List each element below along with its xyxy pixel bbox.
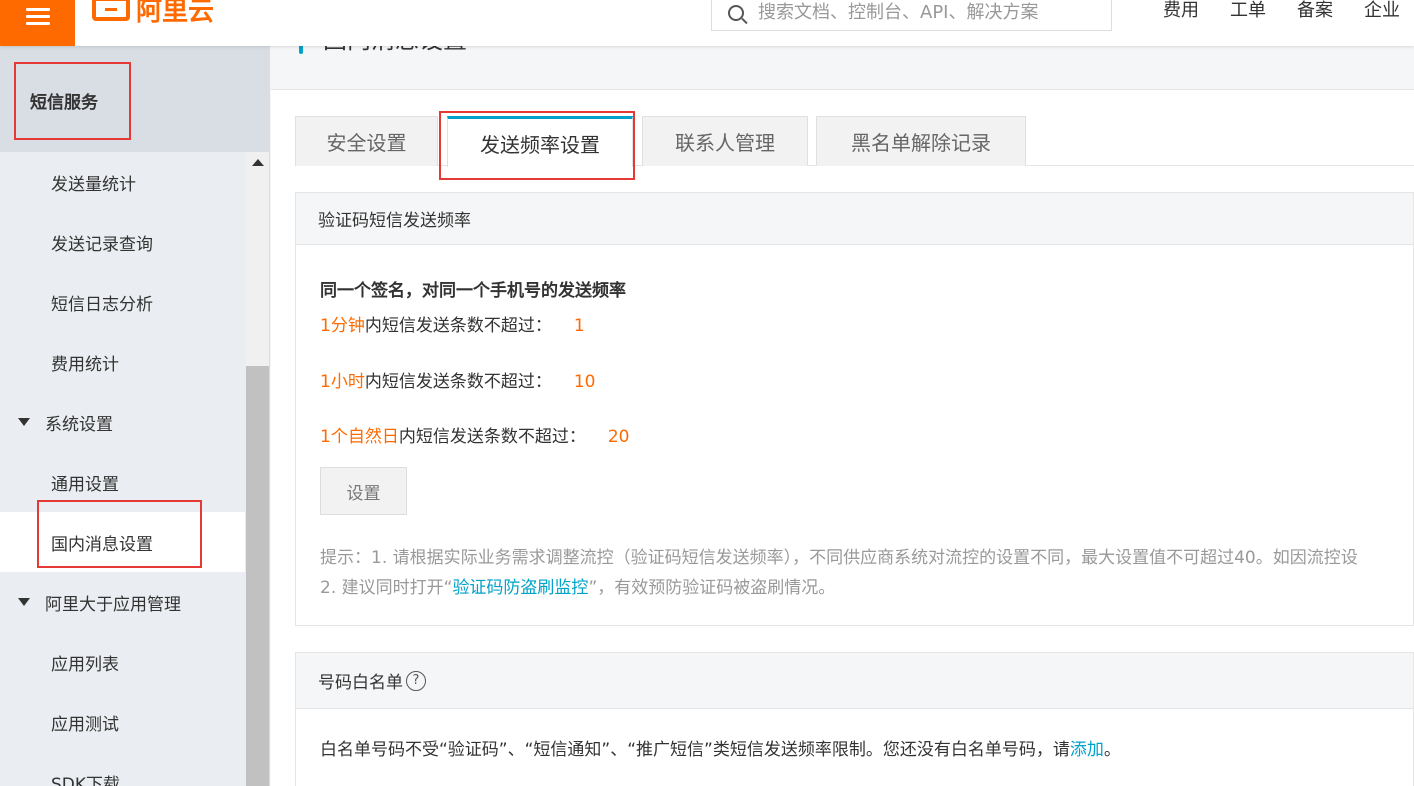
- rule-value: 20: [607, 427, 630, 447]
- sidebar-group-label: 系统设置: [45, 414, 113, 435]
- caret-down-icon: [18, 598, 30, 606]
- tip-suffix: ”，有效预防验证码被盗刷情况。: [588, 578, 836, 598]
- search-input[interactable]: [758, 2, 1098, 23]
- rule-text: 内短信发送条数不超过：: [364, 372, 552, 392]
- sidebar-item-label: 发送量统计: [51, 174, 136, 195]
- scroll-up-icon[interactable]: [252, 159, 264, 166]
- menu-button[interactable]: [0, 0, 75, 46]
- tab-contacts[interactable]: 联系人管理: [642, 116, 808, 166]
- sidebar-scrollbar[interactable]: [246, 152, 269, 786]
- sidebar-item-label: 通用设置: [51, 474, 119, 495]
- sidebar-item-domestic-settings[interactable]: 国内消息设置: [0, 512, 245, 572]
- rule-period: 1小时: [320, 372, 365, 392]
- tip-line-2: 2. 建议同时打开“验证码防盗刷监控”，有效预防验证码被盗刷情况。: [320, 573, 835, 598]
- sidebar-item-general-settings[interactable]: 通用设置: [0, 452, 245, 512]
- rule-text: 内短信发送条数不超过：: [364, 316, 552, 336]
- settings-tabs: 安全设置 发送频率设置 联系人管理 黑名单解除记录: [295, 116, 1414, 167]
- sidebar-item-app-list[interactable]: 应用列表: [0, 632, 245, 692]
- rule-text: 内短信发送条数不超过：: [398, 427, 586, 447]
- tip-line-1: 提示：1. 请根据实际业务需求调整流控（验证码短信发送频率），不同供应商系统对流…: [320, 548, 1358, 568]
- set-button[interactable]: 设置: [320, 467, 407, 515]
- rate-panel-body: 同一个签名，对同一个手机号的发送频率 1分钟内短信发送条数不超过： 1 1小时内短…: [296, 245, 1413, 625]
- hamburger-icon: [25, 8, 50, 26]
- top-link-fee[interactable]: 费用: [1163, 0, 1199, 22]
- sidebar-group-label: 阿里大于应用管理: [45, 594, 181, 615]
- sidebar-item-label: 费用统计: [51, 354, 119, 375]
- sidebar-item-fee-stats[interactable]: 费用统计: [0, 332, 245, 392]
- sidebar-item-send-records[interactable]: 发送记录查询: [0, 212, 245, 272]
- sidebar-title[interactable]: 短信服务: [30, 88, 98, 113]
- rule-row-minute: 1分钟内短信发送条数不超过： 1: [320, 311, 585, 336]
- sidebar-item-label: 短信日志分析: [51, 294, 153, 315]
- top-bar: 阿里云 费用 工单 备案 企业: [0, 0, 1414, 46]
- rule-period: 1个自然日: [320, 427, 399, 447]
- tip-prefix: 2. 建议同时打开“: [320, 578, 453, 598]
- rule-row-day: 1个自然日内短信发送条数不超过： 20: [320, 422, 629, 447]
- sidebar-item-log-analysis[interactable]: 短信日志分析: [0, 272, 245, 332]
- rate-panel-title: 验证码短信发送频率: [318, 211, 471, 231]
- sidebar-group-app-management[interactable]: 阿里大于应用管理: [0, 572, 245, 632]
- rate-panel-header: 验证码短信发送频率: [296, 193, 1413, 245]
- top-link-ticket[interactable]: 工单: [1230, 0, 1266, 22]
- add-whitelist-link[interactable]: 添加: [1070, 740, 1104, 760]
- whitelist-panel: 号码白名单 ? 白名单号码不受“验证码”、“短信通知”、“推广短信”类短信发送频…: [295, 652, 1414, 786]
- top-link-icp[interactable]: 备案: [1297, 0, 1333, 22]
- tab-label: 联系人管理: [675, 131, 775, 155]
- page-title: 国内消息设置: [323, 46, 467, 55]
- tab-label: 黑名单解除记录: [851, 131, 991, 155]
- page-title-bar: 国内消息设置: [271, 46, 1414, 90]
- sidebar-header: 短信服务: [0, 46, 270, 152]
- rule-value: 10: [573, 372, 596, 392]
- sidebar: 短信服务 发送量统计 发送记录查询 短信日志分析 费用统计 系统设置 通用设置 …: [0, 46, 270, 786]
- rate-panel: 验证码短信发送频率 同一个签名，对同一个手机号的发送频率 1分钟内短信发送条数不…: [295, 192, 1414, 626]
- whitelist-text: 白名单号码不受“验证码”、“短信通知”、“推广短信”类短信发送频率限制。您还没有…: [320, 735, 1121, 760]
- tab-label: 安全设置: [326, 131, 407, 155]
- caret-down-icon: [18, 418, 30, 426]
- sidebar-item-label: 发送记录查询: [51, 234, 153, 255]
- rule-title: 同一个签名，对同一个手机号的发送频率: [320, 281, 626, 301]
- logo-text: 阿里云: [136, 0, 215, 27]
- whitelist-desc: 白名单号码不受“验证码”、“短信通知”、“推广短信”类短信发送频率限制。您还没有…: [320, 740, 1070, 760]
- top-link-enterprise[interactable]: 企业: [1364, 0, 1400, 22]
- sidebar-group-system-settings[interactable]: 系统设置: [0, 392, 245, 452]
- tab-security[interactable]: 安全设置: [295, 116, 438, 166]
- sidebar-item-sdk-download[interactable]: SDK下载: [0, 752, 245, 786]
- sidebar-item-send-stats[interactable]: 发送量统计: [0, 152, 245, 212]
- aliyun-logo[interactable]: 阿里云: [92, 0, 215, 27]
- rule-value: 1: [573, 316, 585, 336]
- search-icon: [728, 4, 744, 21]
- sidebar-menu: 发送量统计 发送记录查询 短信日志分析 费用统计 系统设置 通用设置 国内消息设…: [0, 152, 245, 786]
- rule-period: 1分钟: [320, 316, 365, 336]
- whitelist-suffix: 。: [1103, 740, 1121, 760]
- help-icon[interactable]: ?: [406, 670, 426, 691]
- anti-fraud-monitor-link[interactable]: 验证码防盗刷监控: [452, 578, 588, 598]
- whitelist-panel-body: 白名单号码不受“验证码”、“短信通知”、“推广短信”类短信发送频率限制。您还没有…: [296, 709, 1413, 786]
- main-content: 国内消息设置 安全设置 发送频率设置 联系人管理 黑名单解除记录 验证码短信发送…: [271, 46, 1414, 786]
- whitelist-panel-title: 号码白名单: [318, 673, 403, 693]
- tab-blacklist-records[interactable]: 黑名单解除记录: [816, 116, 1026, 166]
- whitelist-panel-header: 号码白名单 ?: [296, 653, 1413, 709]
- search-box[interactable]: [711, 0, 1112, 31]
- top-links: 费用 工单 备案 企业: [1163, 0, 1414, 22]
- sidebar-item-label: 国内消息设置: [51, 534, 153, 555]
- sidebar-item-label: 应用列表: [51, 654, 119, 675]
- scrollbar-thumb[interactable]: [246, 366, 269, 786]
- aliyun-logo-icon: [92, 0, 130, 21]
- sidebar-item-label: SDK下载: [51, 774, 121, 786]
- title-accent: [299, 46, 303, 54]
- sidebar-item-label: 应用测试: [51, 714, 119, 735]
- tab-send-frequency[interactable]: 发送频率设置: [447, 116, 633, 167]
- rule-row-hour: 1小时内短信发送条数不超过： 10: [320, 367, 595, 392]
- tab-label: 发送频率设置: [480, 132, 600, 157]
- sidebar-item-app-test[interactable]: 应用测试: [0, 692, 245, 752]
